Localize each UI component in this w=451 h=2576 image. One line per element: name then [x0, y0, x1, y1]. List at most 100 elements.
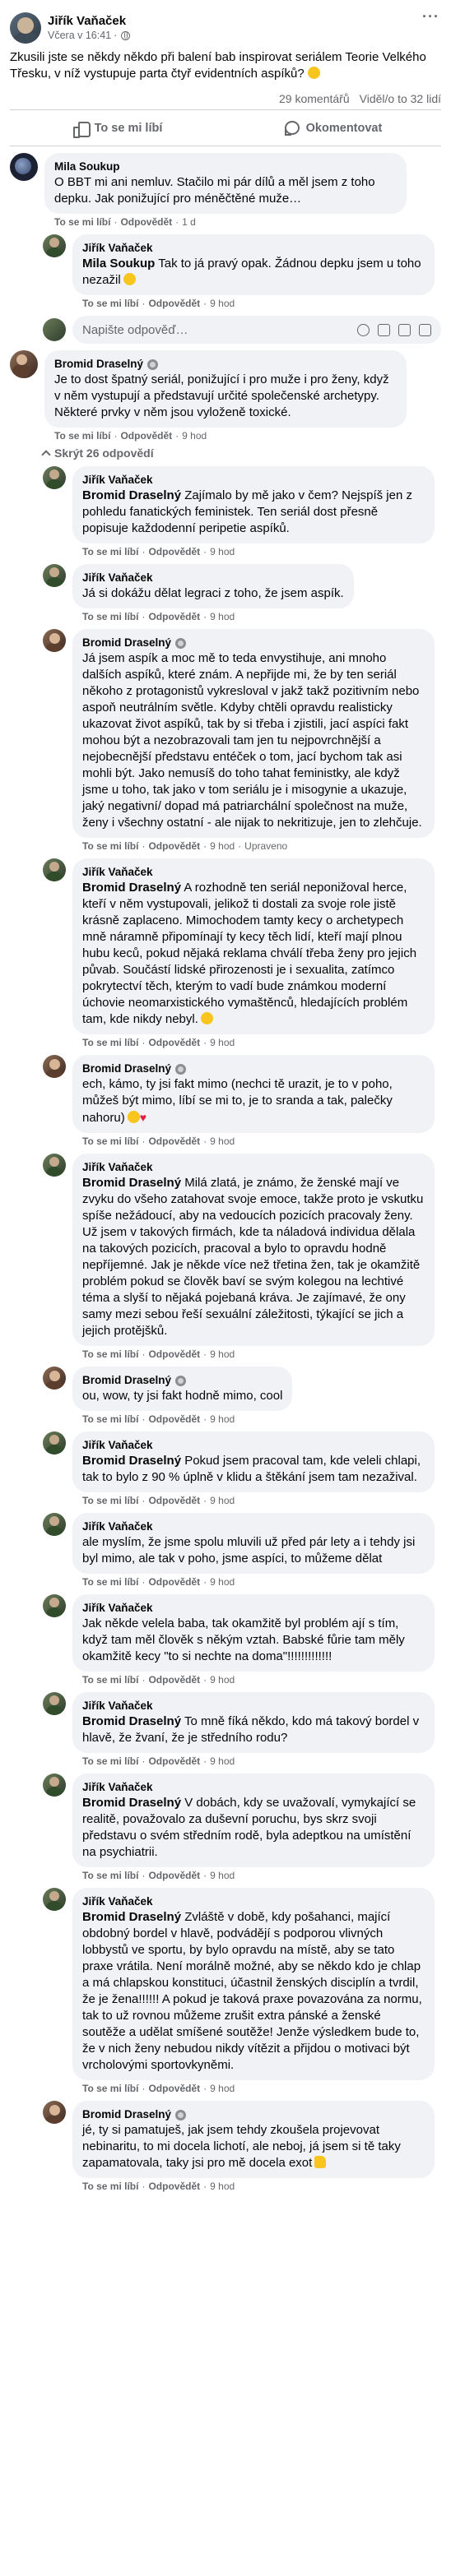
- comment-mention[interactable]: Bromid Draselný: [82, 1714, 181, 1728]
- commenter-avatar[interactable]: [43, 2101, 66, 2124]
- comment-mention[interactable]: Bromid Draselný: [82, 1454, 181, 1468]
- comment-reply-link[interactable]: Odpovědět: [148, 611, 200, 622]
- comment-like-link[interactable]: To se mi líbí: [82, 1495, 138, 1506]
- comment-timestamp[interactable]: 9 hod: [210, 298, 235, 309]
- comment-timestamp[interactable]: 9 hod: [210, 1037, 235, 1048]
- comment-timestamp[interactable]: 9 hod: [210, 611, 235, 622]
- comment-author-name[interactable]: Jiřík Vaňaček: [82, 1894, 153, 1909]
- comment-timestamp[interactable]: 9 hod: [182, 430, 207, 442]
- commenter-avatar[interactable]: [43, 564, 66, 587]
- comment-author-name[interactable]: Bromid Draselný: [82, 636, 171, 650]
- comment-count[interactable]: 29 komentářů: [279, 92, 350, 105]
- commenter-avatar[interactable]: [43, 1367, 66, 1390]
- comment-mention[interactable]: Mila Soukup: [82, 257, 155, 271]
- comment-timestamp[interactable]: 9 hod: [210, 1495, 235, 1506]
- comment-author-name[interactable]: Jiřík Vaňaček: [82, 571, 153, 585]
- comment-mention[interactable]: Bromid Draselný: [82, 488, 181, 502]
- commenter-avatar[interactable]: [43, 1888, 66, 1911]
- comment-reply-link[interactable]: Odpovědět: [148, 1576, 200, 1588]
- comment-timestamp[interactable]: 9 hod: [210, 840, 235, 852]
- comment-author-name[interactable]: Jiřík Vaňaček: [82, 1438, 153, 1453]
- comment-timestamp[interactable]: 9 hod: [210, 1870, 235, 1881]
- comment-reply-link[interactable]: Odpovědět: [148, 1135, 200, 1147]
- emoji-picker-icon[interactable]: [357, 323, 370, 336]
- commenter-avatar[interactable]: [43, 858, 66, 881]
- commenter-avatar[interactable]: [43, 1774, 66, 1797]
- comment-timestamp[interactable]: 9 hod: [210, 1674, 235, 1686]
- comment-like-link[interactable]: To se mi líbí: [82, 1576, 138, 1588]
- comment-author-name[interactable]: Bromid Draselný: [82, 2107, 171, 2122]
- comment-like-link[interactable]: To se mi líbí: [82, 1037, 138, 1048]
- comment-author-name[interactable]: Jiřík Vaňaček: [82, 1780, 153, 1795]
- hide-replies-toggle[interactable]: Skrýt 26 odpovědí: [41, 446, 441, 460]
- comment-reply-link[interactable]: Odpovědět: [148, 2083, 200, 2094]
- commenter-avatar[interactable]: [43, 1692, 66, 1715]
- gif-icon[interactable]: [398, 323, 411, 336]
- comment-like-link[interactable]: To se mi líbí: [82, 2083, 138, 2094]
- comment-like-link[interactable]: To se mi líbí: [82, 546, 138, 557]
- comment-like-link[interactable]: To se mi líbí: [82, 298, 138, 309]
- comment-reply-link[interactable]: Odpovědět: [148, 840, 200, 852]
- comment-reply-link[interactable]: Odpovědět: [148, 1674, 200, 1686]
- comment-timestamp[interactable]: 9 hod: [210, 1755, 235, 1767]
- more-options-icon[interactable]: ···: [422, 8, 439, 25]
- comment-timestamp[interactable]: 9 hod: [210, 2181, 235, 2192]
- comment-author-name[interactable]: Mila Soukup: [54, 160, 120, 174]
- comment-mention[interactable]: Bromid Draselný: [82, 1910, 181, 1924]
- post-author-name[interactable]: Jiřík Vaňaček: [48, 14, 130, 29]
- comment-author-name[interactable]: Bromid Draselný: [54, 357, 143, 372]
- comment-author-name[interactable]: Bromid Draselný: [82, 1061, 171, 1076]
- comment-reply-link[interactable]: Odpovědět: [148, 546, 200, 557]
- comment-author-name[interactable]: Jiřík Vaňaček: [82, 1601, 153, 1616]
- comment-timestamp[interactable]: 9 hod: [210, 1413, 235, 1425]
- comment-reply-link[interactable]: Odpovědět: [148, 1495, 200, 1506]
- comment-like-link[interactable]: To se mi líbí: [82, 1870, 138, 1881]
- like-button[interactable]: To se mi líbí: [10, 121, 226, 138]
- comment-reply-link[interactable]: Odpovědět: [148, 1755, 200, 1767]
- camera-icon[interactable]: [378, 323, 390, 336]
- comment-author-name[interactable]: Jiřík Vaňaček: [82, 1519, 153, 1534]
- comment-timestamp[interactable]: 1 d: [182, 216, 196, 228]
- commenter-avatar[interactable]: [43, 1431, 66, 1454]
- commenter-avatar[interactable]: [10, 153, 38, 181]
- comment-reply-link[interactable]: Odpovědět: [120, 430, 172, 442]
- comment-reply-link[interactable]: Odpovědět: [148, 2181, 200, 2192]
- comment-reply-link[interactable]: Odpovědět: [148, 1037, 200, 1048]
- commenter-avatar[interactable]: [43, 1513, 66, 1536]
- comment-timestamp[interactable]: 9 hod: [210, 2083, 235, 2094]
- commenter-avatar[interactable]: [10, 350, 38, 378]
- comment-author-name[interactable]: Jiřík Vaňaček: [82, 865, 153, 880]
- view-count[interactable]: Viděl/o to 32 lidí: [360, 92, 441, 105]
- comment-like-link[interactable]: To se mi líbí: [82, 1674, 138, 1686]
- comment-timestamp[interactable]: 9 hod: [210, 546, 235, 557]
- commenter-avatar[interactable]: [43, 629, 66, 652]
- comment-like-link[interactable]: To se mi líbí: [82, 2181, 138, 2192]
- post-timestamp[interactable]: Včera v 16:41: [48, 29, 111, 42]
- comment-reply-link[interactable]: Odpovědět: [120, 216, 172, 228]
- commenter-avatar[interactable]: [43, 1594, 66, 1617]
- comment-reply-link[interactable]: Odpovědět: [148, 298, 200, 309]
- comment-mention[interactable]: Bromid Draselný: [82, 1796, 181, 1810]
- comment-timestamp[interactable]: 9 hod: [210, 1576, 235, 1588]
- commenter-avatar[interactable]: [43, 234, 66, 257]
- comment-like-link[interactable]: To se mi líbí: [82, 1413, 138, 1425]
- author-avatar[interactable]: [10, 12, 41, 44]
- comment-author-name[interactable]: Jiřík Vaňaček: [82, 1160, 153, 1175]
- comment-author-name[interactable]: Jiřík Vaňaček: [82, 241, 153, 256]
- comment-author-name[interactable]: Jiřík Vaňaček: [82, 473, 153, 488]
- comment-like-link[interactable]: To se mi líbí: [54, 216, 110, 228]
- comment-timestamp[interactable]: 9 hod: [210, 1348, 235, 1360]
- comment-timestamp[interactable]: 9 hod: [210, 1135, 235, 1147]
- comment-reply-link[interactable]: Odpovědět: [148, 1870, 200, 1881]
- commenter-avatar[interactable]: [43, 1154, 66, 1177]
- comment-like-link[interactable]: To se mi líbí: [82, 1348, 138, 1360]
- comment-like-link[interactable]: To se mi líbí: [82, 1135, 138, 1147]
- comment-like-link[interactable]: To se mi líbí: [54, 430, 110, 442]
- comment-reply-link[interactable]: Odpovědět: [148, 1413, 200, 1425]
- comment-like-link[interactable]: To se mi líbí: [82, 611, 138, 622]
- comment-reply-link[interactable]: Odpovědět: [148, 1348, 200, 1360]
- comment-author-name[interactable]: Bromid Draselný: [82, 1373, 171, 1388]
- comment-mention[interactable]: Bromid Draselný: [82, 1176, 181, 1190]
- commenter-avatar[interactable]: [43, 1055, 66, 1078]
- comment-author-name[interactable]: Jiřík Vaňaček: [82, 1699, 153, 1713]
